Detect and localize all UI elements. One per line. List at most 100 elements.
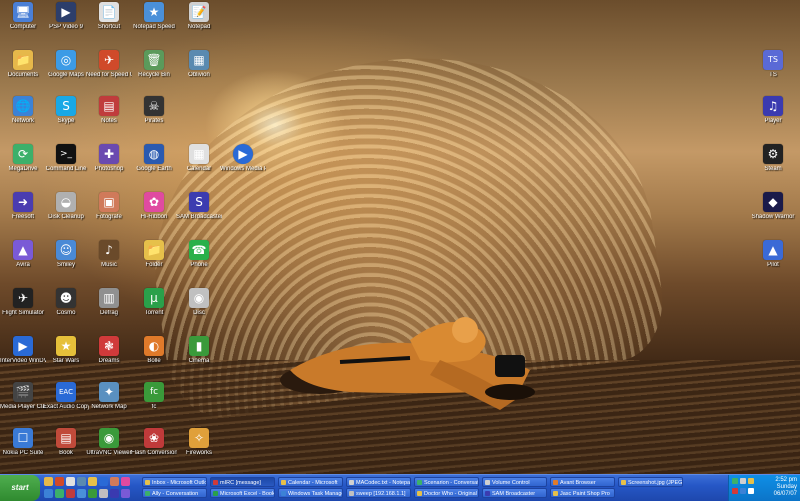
desktop-icon-cinema[interactable]: ▮ Cinema: [176, 336, 222, 365]
desktop-icon-music[interactable]: ♪ Music: [86, 240, 132, 269]
taskbar-button[interactable]: Volume Control: [482, 477, 547, 487]
quick-launch-icon[interactable]: [55, 477, 64, 486]
desktop-icon-pirates[interactable]: ☠ Pirates: [131, 96, 177, 125]
desktop-icon-label: Disk Cleanup: [48, 214, 84, 220]
desktop-icon-book[interactable]: ▤ Book: [43, 428, 89, 457]
desktop-icon-exact-audio-copy[interactable]: EAC Exact Audio Copy: [43, 382, 89, 411]
quick-launch-icon[interactable]: [77, 477, 86, 486]
desktop-icon-need-for-speed[interactable]: ✈ Need for Speed Underground: [86, 50, 132, 79]
taskbar-button[interactable]: Screenshot.jpg (JPEG): [618, 477, 683, 487]
desktop-icon-star-wars[interactable]: ★ Star Wars: [43, 336, 89, 365]
desktop-icon-documents[interactable]: 📁 Documents: [0, 50, 46, 79]
desktop-icon-flash-conversion[interactable]: ❀ Flash Conversion: [131, 428, 177, 457]
desktop-icon-cosmo[interactable]: ☻ Cosmo: [43, 288, 89, 317]
desktop-icon-notepad[interactable]: 📝 Notepad: [176, 2, 222, 31]
desktop-icon-network-map[interactable]: ✦ Network Map: [86, 382, 132, 411]
tray-icon[interactable]: [732, 478, 738, 484]
desktop-icon-notepad-speed[interactable]: ★ Notepad Speed: [131, 2, 177, 31]
taskbar-button[interactable]: Doctor Who - Original: [414, 488, 479, 498]
desktop-icon-fotografe[interactable]: ▣ Fotografe: [86, 192, 132, 221]
quick-launch-icon[interactable]: [77, 489, 86, 498]
desktop-icon-skype[interactable]: S Skype: [43, 96, 89, 125]
desktop-icon-ultravnc[interactable]: ◉ UltraVNC Viewer: [86, 428, 132, 457]
desktop-icon-fc[interactable]: fc fc: [131, 382, 177, 411]
taskbar-button[interactable]: Microsoft Excel - Book1: [210, 488, 275, 498]
taskbar-button[interactable]: Ally - Conversation: [142, 488, 207, 498]
desktop-icon-label: Flash Conversion: [131, 450, 177, 456]
taskbar-button[interactable]: MACodec.txt - Notepad: [346, 477, 411, 487]
desktop-icon-disc[interactable]: ◉ Disc: [176, 288, 222, 317]
taskbar-button[interactable]: Jasc Paint Shop Pro: [550, 488, 615, 498]
desktop-icon-shortcut[interactable]: 📄 Shortcut: [86, 2, 132, 31]
tray-icon[interactable]: [740, 488, 746, 494]
taskbar-button[interactable]: Scenarion - Conversation: [414, 477, 479, 487]
desktop-icon-label: Star Wars: [52, 358, 80, 364]
tray-icon[interactable]: [748, 488, 754, 494]
desktop-icon-network[interactable]: 🌐 Network: [0, 96, 46, 125]
desktop-icon-fireworks[interactable]: ✧ Fireworks: [176, 428, 222, 457]
desktop-icon-oblivion[interactable]: ▦ Oblivion: [176, 50, 222, 79]
start-button[interactable]: start: [0, 475, 40, 501]
desktop-icon-google-earth[interactable]: ◍ Google Earth: [131, 144, 177, 173]
desktop-icon-bolle[interactable]: ◐ Bolle: [131, 336, 177, 365]
taskbar-button[interactable]: mIRC [message]: [210, 477, 275, 487]
desktop-icon-calendar[interactable]: ▦ Calendar: [176, 144, 222, 173]
quick-launch-icon[interactable]: [55, 489, 64, 498]
quick-launch-icon[interactable]: [66, 477, 75, 486]
desktop-icon-pilot[interactable]: ▲ Pilot: [750, 240, 796, 269]
desktop-icon-label: Network Map: [91, 404, 127, 410]
quick-launch-icon[interactable]: [121, 489, 130, 498]
desktop-icon-flight-simulator[interactable]: ✈ Flight Simulator: [0, 288, 46, 317]
desktop-icon-windvd[interactable]: ▶ InterVideo WinDVD: [0, 336, 46, 365]
desktop-icon-sam-broadcaster[interactable]: S SAM Broadcaster: [176, 192, 222, 221]
desktop-icon-command-line[interactable]: >_ Command Line: [43, 144, 89, 173]
taskbar-button[interactable]: SAM Broadcaster: [482, 488, 547, 498]
tray-icon[interactable]: [748, 478, 754, 484]
quick-launch-icon[interactable]: [44, 477, 53, 486]
desktop-icon-computer[interactable]: 🖥 Computer: [0, 2, 46, 31]
desktop-icon-torrent[interactable]: µ Torrent: [131, 288, 177, 317]
desktop-icon-notes[interactable]: ▤ Notes: [86, 96, 132, 125]
desktop-icon-phone[interactable]: ☎ Phone: [176, 240, 222, 269]
quick-launch-icon[interactable]: [88, 489, 97, 498]
desktop-icon-player[interactable]: ♫ Player: [750, 96, 796, 125]
desktop-icon-google-maps[interactable]: ◎ Google Maps: [43, 50, 89, 79]
desktop-icon-megadrive[interactable]: ⟳ MegaDrive: [0, 144, 46, 173]
desktop-icon-hi-ribbon[interactable]: ✿ Hi-Ribbon: [131, 192, 177, 221]
quick-launch-icon[interactable]: [121, 477, 130, 486]
taskbar-button[interactable]: Windows Task Manager: [278, 488, 343, 498]
taskbar-button[interactable]: Inbox - Microsoft Outlook: [142, 477, 207, 487]
desktop-icon-psp-video[interactable]: ▶ PSP Video 9: [43, 2, 89, 31]
desktop-icon-defrag[interactable]: ▥ Defrag: [86, 288, 132, 317]
desktop-icon-dreams[interactable]: ❃ Dreams: [86, 336, 132, 365]
quick-launch-icon[interactable]: [110, 489, 119, 498]
quick-launch-icon[interactable]: [66, 489, 75, 498]
tray-icon[interactable]: [740, 478, 746, 484]
taskbar-button[interactable]: Avant Browser: [550, 477, 615, 487]
desktop-icon-folder[interactable]: 📁 Folder: [131, 240, 177, 269]
quick-launch-icon[interactable]: [44, 489, 53, 498]
quick-launch-icon[interactable]: [88, 477, 97, 486]
quick-launch-icon[interactable]: [99, 489, 108, 498]
desktop-icon-recycle-bin[interactable]: 🗑 Recycle Bin: [131, 50, 177, 79]
desktop-icon-smiley[interactable]: ☺ Smiley: [43, 240, 89, 269]
desktop-icon-shadow-warrior[interactable]: ◆ Shadow Warrior: [750, 192, 796, 221]
desktop-icon-label: UltraVNC Viewer: [86, 450, 132, 456]
desktop-icon-avira[interactable]: ▲ Avira: [0, 240, 46, 269]
tray-icon[interactable]: [732, 488, 738, 494]
taskbar-button[interactable]: sweep [192.168.1.1]: [346, 488, 411, 498]
quick-launch-icon[interactable]: [110, 477, 119, 486]
desktop-icon-ts[interactable]: TS TS: [750, 50, 796, 79]
desktop-icon-disk-cleanup[interactable]: ◒ Disk Cleanup: [43, 192, 89, 221]
desktop-icon-label: Notes: [101, 118, 117, 124]
desktop-icon-photoshop[interactable]: ✚ Photoshop: [86, 144, 132, 173]
quick-launch-icon[interactable]: [99, 477, 108, 486]
clock[interactable]: 2:52 pm Sunday 06/07/07: [774, 477, 797, 498]
desktop-icon-media-player-classic[interactable]: 🎬 Media Player Classic: [0, 382, 46, 411]
desktop-icon-freesoft[interactable]: ➜ Freesoft: [0, 192, 46, 221]
desktop-icon-nokia-pc-suite[interactable]: ☐ Nokia PC Suite: [0, 428, 46, 457]
app-icon: [349, 491, 354, 496]
taskbar-button[interactable]: Calendar - Microsoft: [278, 477, 343, 487]
desktop-icon-windows-media-player[interactable]: ▶ Windows Media Player: [220, 144, 266, 173]
desktop-icon-steam[interactable]: ⚙ Steam: [750, 144, 796, 173]
